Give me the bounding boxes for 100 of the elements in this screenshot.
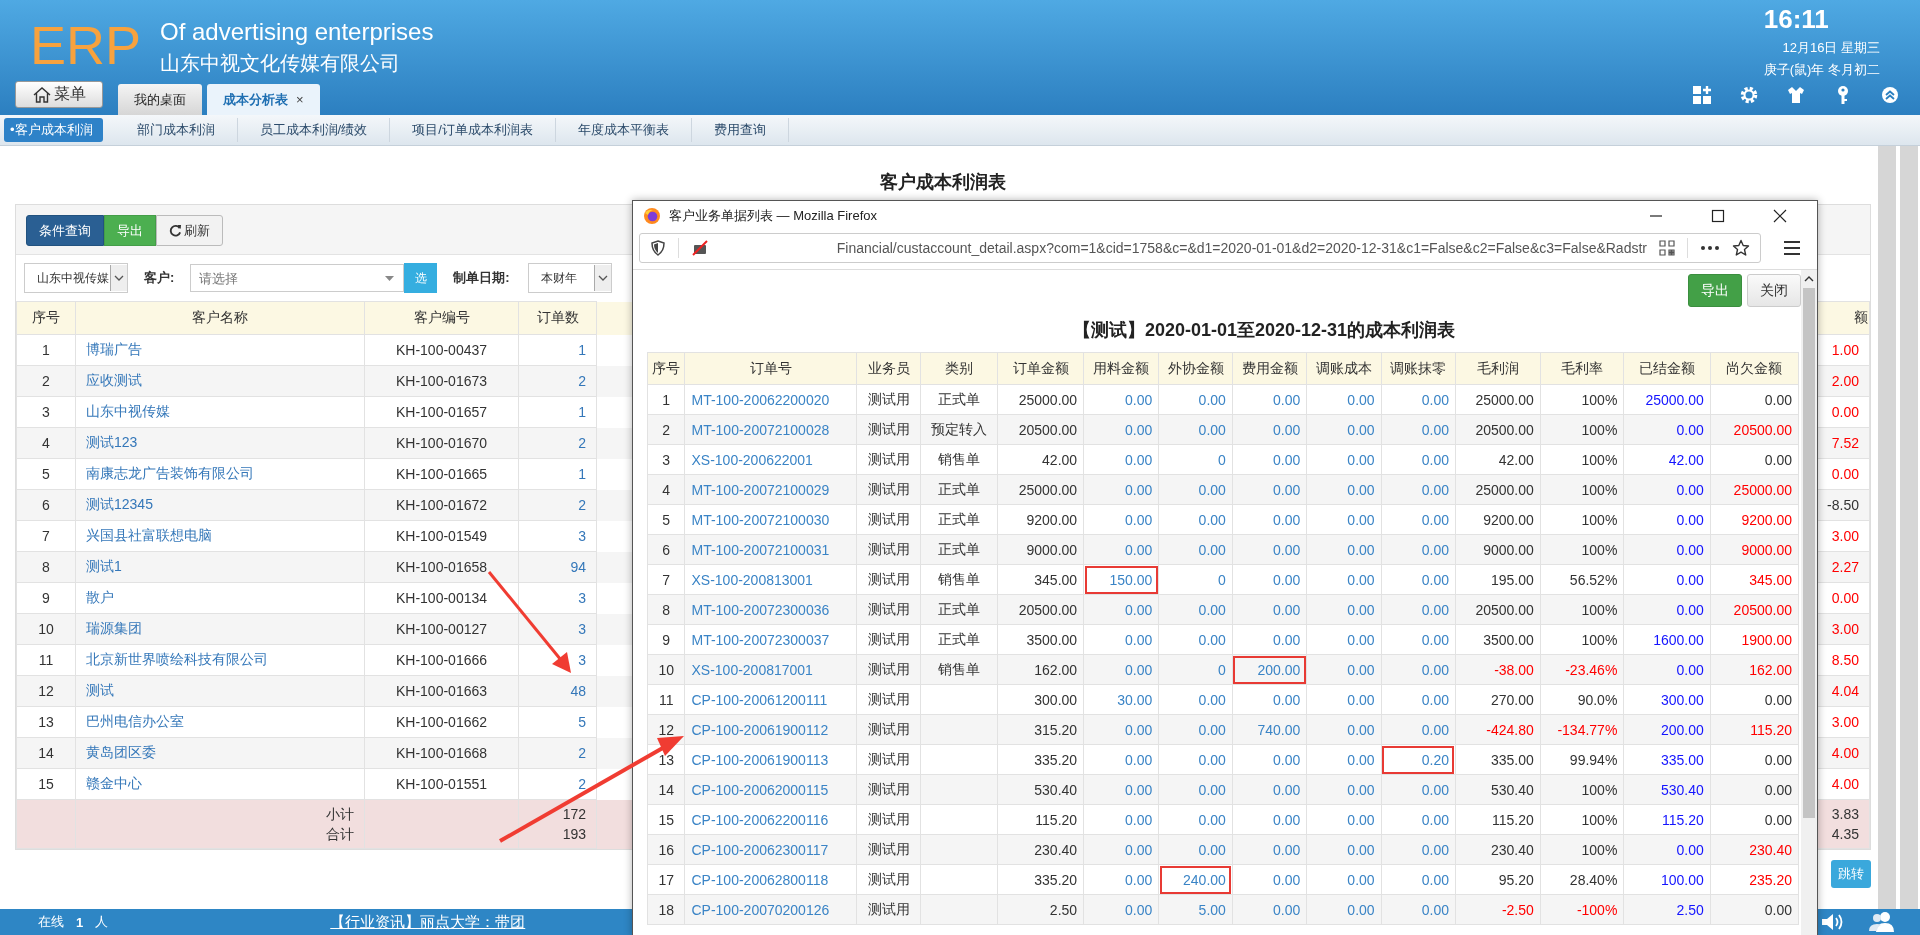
amount-link[interactable]: 0.00 [1232,504,1307,535]
order-link[interactable]: XS-100-200813001 [684,564,857,595]
users-icon[interactable] [1868,911,1896,933]
amount-link[interactable]: 0.00 [1381,654,1456,685]
customer-link[interactable]: 测试 [86,682,114,698]
customer-link[interactable]: 黄岛团区委 [86,744,156,760]
amount-link[interactable]: 0 [1158,564,1233,595]
scrollbar[interactable] [1900,146,1918,909]
amount-link[interactable]: 740.00 [1232,714,1307,745]
amount-link[interactable]: 0.00 [1381,384,1456,415]
amount-link[interactable]: 0.00 [1158,684,1233,715]
customer-link[interactable]: 测试123 [86,434,138,450]
toolbar-button[interactable]: 刷新 [156,215,223,246]
subnav-link[interactable]: 员工成本利润/绩效 [237,118,391,142]
amount-link[interactable]: 0.00 [1306,714,1382,745]
order-count-link[interactable]: 48 [570,683,586,699]
amount-link[interactable]: 0.00 [1306,534,1382,565]
amount-link[interactable]: 0.00 [1083,804,1159,835]
subnav-link[interactable]: 费用查询 [691,118,789,142]
jump-button[interactable]: 跳转 [1831,860,1871,888]
amount-link[interactable]: 0.00 [1083,774,1159,805]
more-icon[interactable] [1700,245,1720,251]
order-count-link[interactable]: 3 [578,528,586,544]
amount-link[interactable]: 0.00 [1381,534,1456,565]
order-count-link[interactable]: 5 [578,714,586,730]
amount-link[interactable]: 0.00 [1306,774,1382,805]
caret-icon[interactable] [385,276,395,281]
order-link[interactable]: MT-100-20072300037 [684,624,857,655]
amount-link[interactable]: 0.00 [1381,684,1456,715]
order-count-link[interactable]: 3 [578,652,586,668]
subnav-link[interactable]: 项目/订单成本利润表 [390,118,556,142]
collapse-icon[interactable] [1880,85,1900,105]
amount-link[interactable]: 0.00 [1381,774,1456,805]
subnav-link[interactable]: 部门成本利润 [114,118,238,142]
amount-link[interactable]: 0.00 [1083,384,1159,415]
amount-link[interactable]: 0.00 [1306,894,1382,925]
amount-link[interactable]: 0.20 [1381,744,1456,775]
scrollbar[interactable] [1878,146,1896,909]
order-link[interactable]: CP-100-20062200116 [684,804,857,835]
amount-link[interactable]: 0.00 [1381,504,1456,535]
amount-link[interactable]: 0.00 [1158,534,1233,565]
news-link[interactable]: 【行业资讯】丽点大学：带团 [330,912,526,932]
amount-link[interactable]: 0.00 [1306,474,1382,505]
amount-link[interactable]: 0.00 [1232,774,1307,805]
amount-link[interactable]: 0.00 [1381,414,1456,445]
amount-link[interactable]: 0.00 [1083,414,1159,445]
amount-link[interactable]: 0.00 [1232,624,1307,655]
amount-link[interactable]: 0.00 [1306,624,1382,655]
order-link[interactable]: MT-100-20072100029 [684,474,857,505]
amount-link[interactable]: 0.00 [1232,384,1307,415]
amount-link[interactable]: 0 [1158,654,1233,685]
customer-link[interactable]: 山东中视传媒 [86,403,170,419]
subnav-link[interactable]: 年度成本平衡表 [555,118,692,142]
customer-link[interactable]: 赣金中心 [86,775,142,791]
grid-icon[interactable] [1692,85,1712,105]
amount-link[interactable]: 0.00 [1232,864,1307,895]
order-link[interactable]: MT-100-20062200020 [684,384,857,415]
order-count-link[interactable]: 3 [578,621,586,637]
order-link[interactable]: XS-100-200817001 [684,654,857,685]
amount-link[interactable]: 0.00 [1306,684,1382,715]
order-count-link[interactable]: 2 [578,435,586,451]
toolbar-button[interactable]: 导出 [104,215,156,246]
amount-link[interactable]: 0.00 [1158,774,1233,805]
order-count-link[interactable]: 94 [570,559,586,575]
blocked-permission-icon[interactable] [691,239,709,257]
amount-link[interactable]: 0.00 [1083,894,1159,925]
amount-link[interactable]: 0.00 [1158,744,1233,775]
customer-link[interactable]: 散户 [86,589,114,605]
amount-link[interactable]: 0.00 [1306,594,1382,625]
tab[interactable]: 成本分析表 × [207,84,320,115]
settings-icon[interactable] [1739,85,1759,105]
shirt-icon[interactable] [1786,85,1806,105]
order-count-link[interactable]: 2 [578,497,586,513]
amount-link[interactable]: 0.00 [1381,444,1456,475]
order-link[interactable]: XS-100-200622001 [684,444,857,475]
amount-link[interactable]: 0.00 [1232,444,1307,475]
order-count-link[interactable]: 3 [578,590,586,606]
company-select[interactable]: 山东中视传媒 [24,263,128,293]
pick-button[interactable]: 选 [404,263,438,293]
amount-link[interactable]: 0.00 [1306,744,1382,775]
customer-link[interactable]: 应收测试 [86,372,142,388]
order-link[interactable]: CP-100-20070200126 [684,894,857,925]
amount-link[interactable]: 0.00 [1083,834,1159,865]
scrollbar[interactable] [1801,270,1817,935]
amount-link[interactable]: 0.00 [1232,594,1307,625]
order-link[interactable]: CP-100-20062800118 [684,864,857,895]
order-link[interactable]: MT-100-20072100031 [684,534,857,565]
amount-link[interactable]: 0.00 [1232,804,1307,835]
menu-icon[interactable] [1783,240,1801,256]
export-button[interactable]: 导出 [1688,274,1742,307]
order-count-link[interactable]: 2 [578,776,586,792]
amount-link[interactable]: 0.00 [1158,624,1233,655]
amount-link[interactable]: 0.00 [1083,474,1159,505]
amount-link[interactable]: 0.00 [1306,654,1382,685]
amount-link[interactable]: 0.00 [1083,864,1159,895]
amount-link[interactable]: 240.00 [1158,864,1233,895]
date-select[interactable]: 本财年 [527,263,612,293]
order-count-link[interactable]: 1 [578,342,586,358]
amount-link[interactable]: 0.00 [1232,534,1307,565]
amount-link[interactable]: 30.00 [1083,684,1159,715]
